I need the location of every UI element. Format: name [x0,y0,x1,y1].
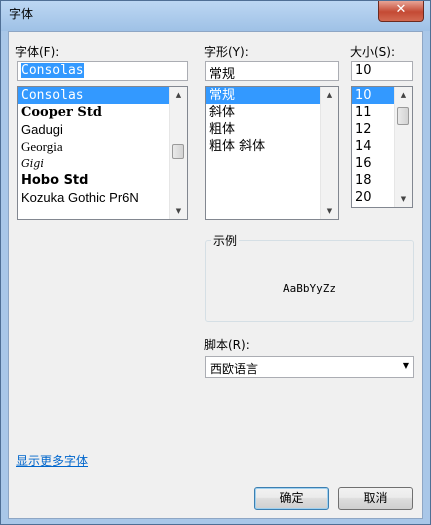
font-list-item-gigi[interactable]: Gigi [18,155,170,172]
font-dialog: 字体 ✕ 字体(F): Consolas Consolas Cooper Std… [0,0,431,525]
style-list-item-bold-italic[interactable]: 粗体 斜体 [206,138,321,155]
size-list-item-20[interactable]: 20 [352,189,395,206]
scroll-up-icon[interactable]: ▲ [395,87,412,103]
sample-label: 示例 [211,232,240,249]
ok-button[interactable]: 确定 [254,487,329,510]
font-name-input[interactable]: Consolas [17,61,188,81]
script-select[interactable]: 西欧语言 ▼ [205,356,414,378]
style-input-value: 常规 [209,67,236,81]
size-list[interactable]: 10 11 12 14 16 18 20 ▲ ▼ [351,86,413,208]
font-list-item-hobo-std[interactable]: Hobo Std [18,172,170,189]
style-list-item-bold[interactable]: 粗体 [206,121,321,138]
style-list[interactable]: 常规 斜体 粗体 粗体 斜体 ▲ ▼ [205,86,339,220]
font-list-item-cooper-std[interactable]: Cooper Std [18,104,170,121]
size-list-item-11[interactable]: 11 [352,104,395,121]
font-list-item-consolas[interactable]: Consolas [18,87,170,104]
style-input[interactable]: 常规 [205,61,339,81]
size-input[interactable]: 10 [351,61,413,81]
cancel-button[interactable]: 取消 [338,487,413,510]
chevron-down-icon[interactable]: ▼ [403,361,409,370]
size-list-scroll-thumb[interactable] [397,107,409,125]
close-icon: ✕ [395,2,407,17]
sample-preview-text: AaBbYyZz [283,282,336,295]
font-list-item-kozuka-gothic[interactable]: Kozuka Gothic Pr6N [18,189,170,206]
size-input-value: 10 [355,63,372,78]
sample-group: 示例 AaBbYyZz [205,232,414,322]
font-list-item-georgia[interactable]: Georgia [18,138,170,155]
font-name-input-value: Consolas [21,63,84,78]
scroll-down-icon[interactable]: ▼ [170,203,187,219]
font-list-scrollbar[interactable]: ▲ ▼ [169,87,187,219]
dialog-body: 字体(F): Consolas Consolas Cooper Std Gadu… [8,31,423,519]
scroll-up-icon[interactable]: ▲ [170,87,187,103]
size-label: 大小(S): [350,45,396,59]
size-list-item-14[interactable]: 14 [352,138,395,155]
size-list-scrollbar[interactable]: ▲ ▼ [394,87,412,207]
title-bar[interactable]: 字体 ✕ [1,1,430,31]
style-list-scrollbar[interactable]: ▲ ▼ [320,87,338,219]
style-label: 字形(Y): [204,45,249,59]
script-select-value: 西欧语言 [210,362,259,376]
scroll-down-icon[interactable]: ▼ [321,203,338,219]
style-list-item-regular[interactable]: 常规 [206,87,321,104]
size-list-item-18[interactable]: 18 [352,172,395,189]
style-list-item-italic[interactable]: 斜体 [206,104,321,121]
script-label: 脚本(R): [204,338,250,352]
font-list[interactable]: Consolas Cooper Std Gadugi Georgia Gigi … [17,86,188,220]
size-list-item-10[interactable]: 10 [352,87,395,104]
close-button[interactable]: ✕ [378,1,424,22]
size-list-item-12[interactable]: 12 [352,121,395,138]
show-more-fonts-link[interactable]: 显示更多字体 [16,452,88,469]
font-list-scroll-thumb[interactable] [172,144,184,159]
font-list-item-gadugi[interactable]: Gadugi [18,121,170,138]
scroll-up-icon[interactable]: ▲ [321,87,338,103]
size-list-item-16[interactable]: 16 [352,155,395,172]
font-label: 字体(F): [15,45,60,59]
scroll-down-icon[interactable]: ▼ [395,191,412,207]
window-title: 字体 [9,7,34,21]
